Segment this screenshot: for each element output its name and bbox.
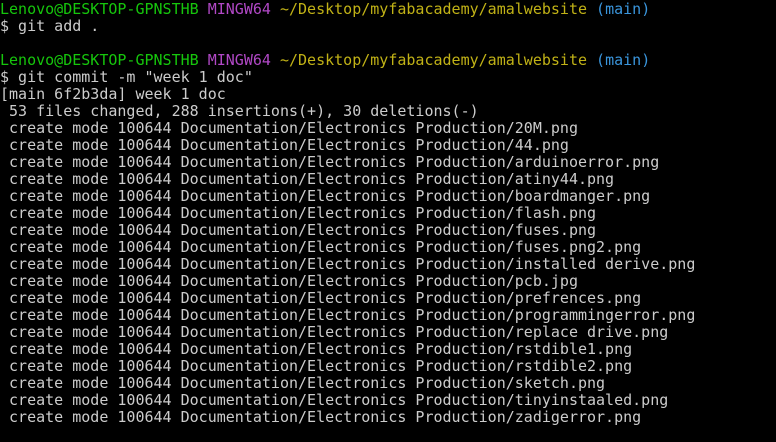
prompt-user: Lenovo@DESKTOP-GPNSTHB — [0, 51, 199, 69]
prompt-line: Lenovo@DESKTOP-GPNSTHB MINGW64 ~/Desktop… — [0, 52, 776, 69]
output-line: create mode 100644 Documentation/Electro… — [0, 204, 597, 222]
commit-stats: 53 files changed, 288 insertions(+), 30 … — [0, 102, 479, 120]
output-line: create mode 100644 Documentation/Electro… — [0, 136, 569, 154]
output-line: create mode 100644 Documentation/Electro… — [0, 272, 578, 290]
output-line: create mode 100644 Documentation/Electro… — [0, 187, 651, 205]
output-line: create mode 100644 Documentation/Electro… — [0, 306, 696, 324]
prompt-user: Lenovo@DESKTOP-GPNSTHB — [0, 0, 199, 18]
commit-summary: [main 6f2b3da] week 1 doc — [0, 85, 226, 103]
terminal-window[interactable]: Lenovo@DESKTOP-GPNSTHB MINGW64 ~/Desktop… — [0, 0, 776, 442]
output-line: create mode 100644 Documentation/Electro… — [0, 119, 578, 137]
output-line: create mode 100644 Documentation/Electro… — [0, 391, 669, 409]
output-line: create mode 100644 Documentation/Electro… — [0, 408, 642, 426]
prompt-path: ~/Desktop/myfabacademy/amalwebsite — [279, 51, 588, 69]
prompt-line: Lenovo@DESKTOP-GPNSTHB MINGW64 ~/Desktop… — [0, 1, 776, 18]
prompt-branch: (main) — [596, 0, 651, 18]
prompt-path: ~/Desktop/myfabacademy/amalwebsite — [279, 0, 588, 18]
output-line: create mode 100644 Documentation/Electro… — [0, 289, 642, 307]
prompt-env: MINGW64 — [207, 51, 271, 69]
output-line: create mode 100644 Documentation/Electro… — [0, 374, 606, 392]
command-line: $ git add . — [0, 17, 100, 35]
output-line: create mode 100644 Documentation/Electro… — [0, 357, 633, 375]
output-line: create mode 100644 Documentation/Electro… — [0, 153, 660, 171]
command-line: $ git commit -m "week 1 doc" — [0, 68, 253, 86]
prompt-branch: (main) — [596, 51, 651, 69]
prompt-env: MINGW64 — [207, 0, 271, 18]
output-line: create mode 100644 Documentation/Electro… — [0, 170, 615, 188]
output-line: create mode 100644 Documentation/Electro… — [0, 221, 597, 239]
output-line: create mode 100644 Documentation/Electro… — [0, 255, 696, 273]
output-line: create mode 100644 Documentation/Electro… — [0, 323, 669, 341]
output-line: create mode 100644 Documentation/Electro… — [0, 238, 642, 256]
output-line: create mode 100644 Documentation/Electro… — [0, 340, 633, 358]
